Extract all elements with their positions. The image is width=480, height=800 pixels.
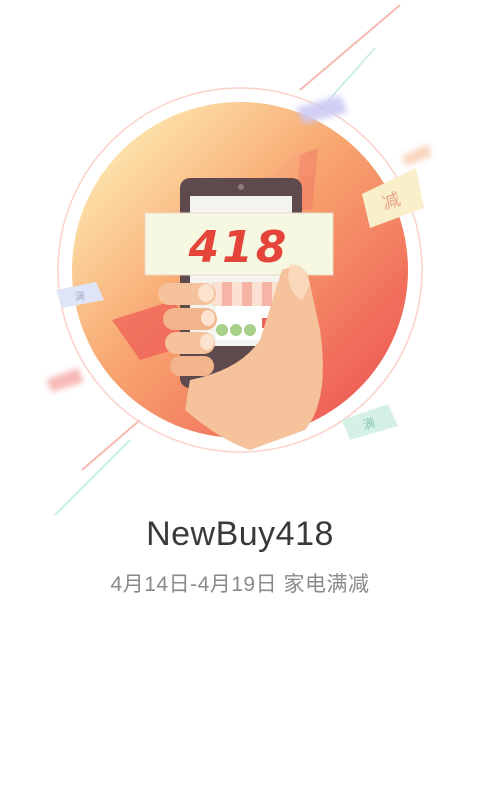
promo-subtitle: 4月14日-4月19日 家电满减 xyxy=(110,573,370,596)
promo-illustration: 418 减 满 满 xyxy=(46,4,432,516)
splash-screen: 418 减 满 满 NewBuy418 4月14日-4月19日 家电满减 xyxy=(0,0,480,800)
coupon-icon-bottom: 满 xyxy=(342,404,398,440)
badge-text: 418 xyxy=(188,222,290,273)
svg-text:满: 满 xyxy=(75,291,85,303)
promo-badge: 418 xyxy=(144,212,334,276)
promo-title: NewBuy418 xyxy=(146,515,334,553)
